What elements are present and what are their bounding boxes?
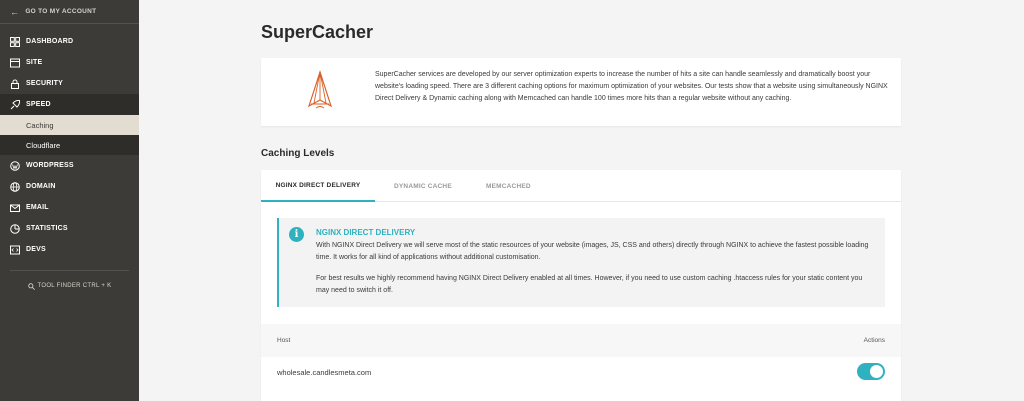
rocket-icon bbox=[10, 99, 20, 110]
sidebar-item-label: SPEED bbox=[26, 101, 51, 108]
sidebar-item-domain[interactable]: DOMAIN bbox=[0, 176, 139, 197]
info-notice: i NGINX DIRECT DELIVERY With NGINX Direc… bbox=[277, 218, 885, 307]
page-title: SuperCacher bbox=[261, 22, 374, 42]
lock-icon bbox=[10, 79, 20, 89]
sidebar-item-label: DASHBOARD bbox=[26, 38, 74, 45]
column-header-actions: Actions bbox=[863, 337, 885, 344]
notice-paragraph: With NGINX Direct Delivery we will serve… bbox=[316, 242, 869, 261]
sidebar-item-label: EMAIL bbox=[26, 204, 49, 211]
sidebar-item-email[interactable]: EMAIL bbox=[0, 197, 139, 218]
nginx-direct-delivery-toggle[interactable] bbox=[857, 363, 885, 380]
caching-levels-card: NGINX DIRECT DELIVERY DYNAMIC CACHE MEMC… bbox=[261, 170, 901, 401]
code-icon bbox=[10, 245, 20, 255]
pie-chart-icon bbox=[10, 223, 20, 234]
sidebar-subitem-label: Caching bbox=[26, 120, 54, 130]
sidebar-item-label: SECURITY bbox=[26, 80, 63, 87]
notice-paragraph: For best results we highly recommend hav… bbox=[316, 275, 863, 294]
supercacher-logo-icon bbox=[307, 70, 333, 109]
sidebar-item-devs[interactable]: DEVS bbox=[0, 239, 139, 260]
toggle-knob bbox=[870, 365, 883, 378]
caching-tabs: NGINX DIRECT DELIVERY DYNAMIC CACHE MEMC… bbox=[261, 170, 901, 202]
sidebar-item-site[interactable]: SITE bbox=[0, 52, 139, 73]
sidebar-item-security[interactable]: SECURITY bbox=[0, 73, 139, 94]
table-header: Host Actions bbox=[261, 324, 901, 357]
sidebar-item-speed[interactable]: SPEED bbox=[0, 94, 139, 115]
arrow-left-icon: ← bbox=[10, 6, 20, 17]
intro-description: SuperCacher services are developed by ou… bbox=[375, 71, 888, 102]
dashboard-icon bbox=[10, 36, 20, 47]
tool-finder-button[interactable]: TOOL FINDER CTRL + K bbox=[0, 271, 139, 301]
sidebar-item-statistics[interactable]: STATISTICS bbox=[0, 218, 139, 239]
table-row: wholesale.candlesmeta.com bbox=[261, 357, 901, 387]
sidebar-item-label: SITE bbox=[26, 59, 43, 66]
sidebar-subitem-label: Cloudflare bbox=[26, 140, 61, 150]
sidebar-subitem-cloudflare[interactable]: Cloudflare bbox=[0, 135, 139, 155]
sidebar-subitem-caching[interactable]: Caching bbox=[0, 115, 139, 135]
column-header-host: Host bbox=[277, 337, 291, 344]
tab-memcached[interactable]: MEMCACHED bbox=[486, 170, 531, 202]
sidebar-nav: DASHBOARD SITE SECURITY SPEED Caching Cl… bbox=[0, 31, 139, 260]
main-content: SuperCacher SuperCacher services are dev… bbox=[139, 0, 1024, 401]
info-icon: i bbox=[289, 227, 304, 242]
go-to-my-account-link[interactable]: ← GO TO MY ACCOUNT bbox=[0, 0, 139, 24]
go-to-my-account-label: GO TO MY ACCOUNT bbox=[25, 8, 97, 15]
sidebar-item-label: STATISTICS bbox=[26, 225, 68, 232]
intro-card: SuperCacher services are developed by ou… bbox=[261, 58, 901, 126]
sidebar-item-label: DEVS bbox=[26, 246, 46, 253]
site-icon bbox=[10, 58, 20, 68]
search-icon bbox=[27, 282, 35, 290]
sidebar-item-wordpress[interactable]: WORDPRESS bbox=[0, 155, 139, 176]
wordpress-icon bbox=[10, 160, 20, 171]
sidebar-item-label: WORDPRESS bbox=[26, 162, 74, 169]
sidebar-item-dashboard[interactable]: DASHBOARD bbox=[0, 31, 139, 52]
tool-finder-label: TOOL FINDER CTRL + K bbox=[37, 283, 112, 289]
notice-title: NGINX DIRECT DELIVERY bbox=[316, 228, 416, 237]
host-cell: wholesale.candlesmeta.com bbox=[277, 368, 372, 377]
sidebar: ← GO TO MY ACCOUNT DASHBOARD SITE SECURI… bbox=[0, 0, 139, 401]
sidebar-item-label: DOMAIN bbox=[26, 183, 56, 190]
caching-levels-title: Caching Levels bbox=[261, 148, 335, 159]
tab-nginx-direct-delivery[interactable]: NGINX DIRECT DELIVERY bbox=[261, 170, 375, 202]
envelope-icon bbox=[10, 203, 20, 213]
tab-dynamic-cache[interactable]: DYNAMIC CACHE bbox=[394, 170, 452, 202]
globe-icon bbox=[10, 181, 20, 192]
